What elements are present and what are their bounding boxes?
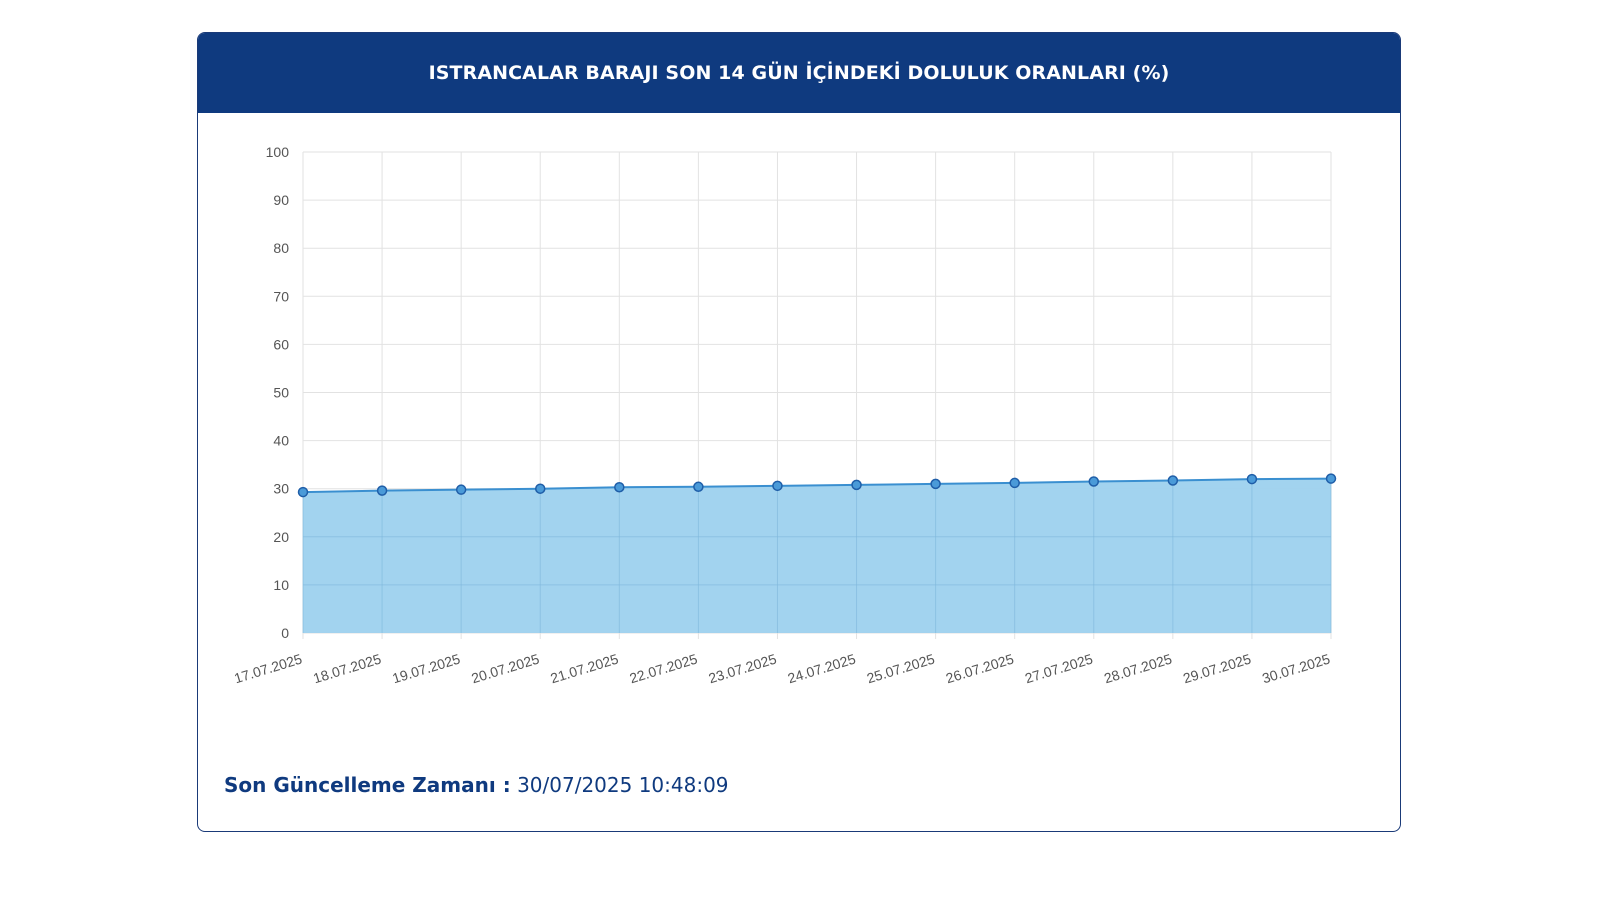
- data-point: [693, 481, 704, 493]
- data-point: [1088, 476, 1100, 487]
- x-tick-label: 24.07.2025: [786, 651, 858, 687]
- last-update-label: Son Güncelleme Zamanı :: [224, 773, 511, 797]
- x-tick-label: 17.07.2025: [232, 651, 304, 687]
- y-tick-label: 90: [273, 192, 289, 208]
- last-update-value: 30/07/2025 10:48:09: [517, 773, 729, 797]
- x-tick-label: 26.07.2025: [944, 651, 1016, 687]
- x-tick-label: 30.07.2025: [1260, 651, 1332, 687]
- y-tick-label: 40: [273, 433, 289, 449]
- y-tick-label: 50: [273, 385, 289, 401]
- data-point: [1246, 473, 1258, 485]
- fill-rate-chart: 0 10 20 30 40 50 60 70 80 90 100 17.07.2025 18.07.20…: [232, 144, 1337, 687]
- data-point: [534, 483, 546, 494]
- y-tick-label: 80: [273, 240, 289, 256]
- x-tick-label: 20.07.2025: [469, 651, 541, 687]
- x-tick-label: 28.07.2025: [1102, 651, 1174, 687]
- x-tick-label: 27.07.2025: [1023, 651, 1095, 687]
- y-tick-label: 0: [281, 625, 289, 641]
- y-tick-label: 70: [273, 288, 289, 304]
- area-fill: [303, 478, 1331, 633]
- y-tick-label: 10: [273, 577, 289, 593]
- data-point: [772, 480, 783, 492]
- data-point: [930, 478, 941, 490]
- data-point: [297, 486, 309, 498]
- data-point: [1167, 475, 1179, 486]
- x-tick-label: 19.07.2025: [390, 651, 462, 687]
- x-tick-label: 23.07.2025: [707, 651, 779, 687]
- x-tick-label: 18.07.2025: [311, 651, 383, 687]
- y-tick-label: 100: [266, 144, 290, 160]
- x-tick-label: 21.07.2025: [548, 651, 620, 687]
- data-point: [614, 482, 625, 493]
- last-update: Son Güncelleme Zamanı : 30/07/2025 10:48…: [224, 773, 729, 797]
- y-tick-label: 20: [273, 529, 289, 545]
- data-point: [1009, 477, 1020, 489]
- y-tick-label: 60: [273, 336, 289, 352]
- data-point: [376, 485, 388, 496]
- data-point: [1325, 473, 1337, 484]
- data-point: [455, 484, 467, 495]
- y-tick-label: 30: [273, 481, 289, 497]
- x-tick-label: 25.07.2025: [865, 651, 937, 687]
- x-tick-label: 29.07.2025: [1181, 651, 1253, 687]
- data-point: [851, 479, 862, 491]
- chart-card: ISTRANCALAR BARAJI SON 14 GÜN İÇİNDEKİ D…: [197, 32, 1401, 832]
- x-tick-label: 22.07.2025: [628, 651, 700, 687]
